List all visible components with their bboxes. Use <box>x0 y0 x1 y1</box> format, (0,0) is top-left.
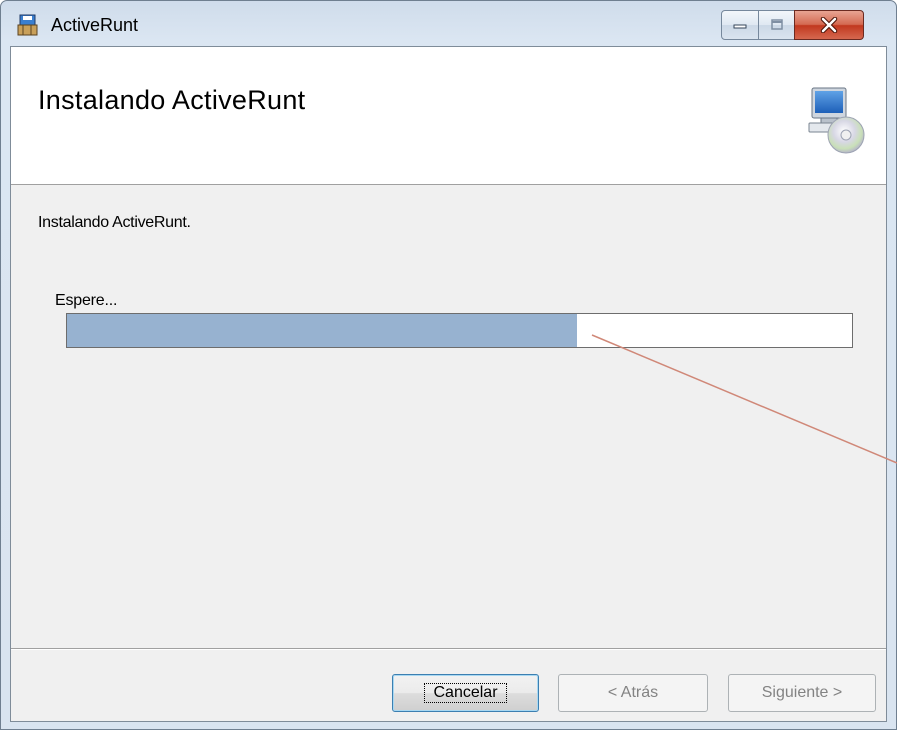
installer-window: ActiveRunt Instalando ActiveRunt Instala… <box>0 0 897 730</box>
title-bar[interactable]: ActiveRunt <box>1 1 896 46</box>
progress-label: Espere... <box>55 292 118 309</box>
back-button-label: < Atrás <box>607 684 659 701</box>
close-icon <box>820 17 838 33</box>
minimize-button[interactable] <box>721 10 759 40</box>
maximize-button[interactable] <box>758 10 795 40</box>
status-text: Instalando ActiveRunt. <box>38 214 191 231</box>
minimize-icon <box>733 24 747 29</box>
cancel-button[interactable]: Cancelar <box>392 674 539 712</box>
header-banner: Instalando ActiveRunt <box>11 47 886 185</box>
maximize-icon <box>770 19 783 30</box>
dialog-client-area: Instalando ActiveRunt Instalando ActiveR… <box>10 46 887 722</box>
close-button[interactable] <box>794 10 864 40</box>
installer-package-icon <box>17 14 38 36</box>
footer-divider <box>11 648 886 650</box>
progress-bar <box>66 313 853 348</box>
progress-fill <box>67 314 578 347</box>
next-button[interactable]: Siguiente > <box>728 674 876 712</box>
cancel-button-label: Cancelar <box>424 683 507 703</box>
computer-cd-icon <box>808 87 865 154</box>
back-button[interactable]: < Atrás <box>558 674 708 712</box>
page-title: Instalando ActiveRunt <box>38 85 306 115</box>
next-button-label: Siguiente > <box>761 684 843 701</box>
window-title: ActiveRunt <box>51 15 139 35</box>
